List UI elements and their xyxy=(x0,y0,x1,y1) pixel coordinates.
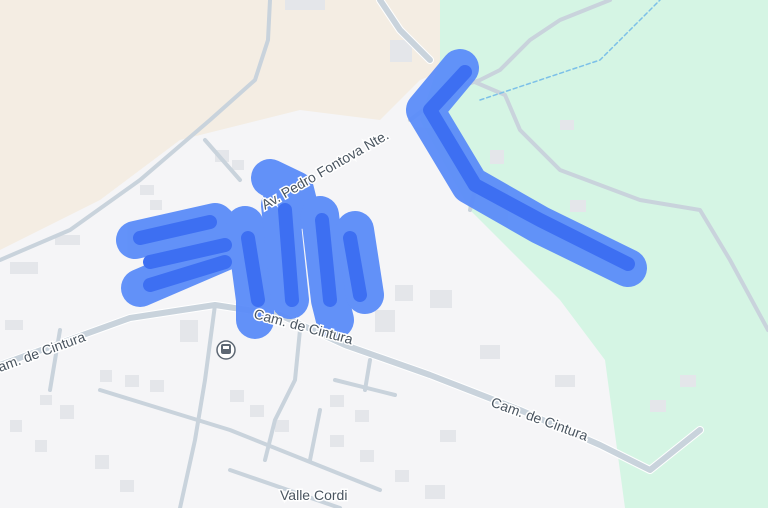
label-valle-cordi: Valle Cordi xyxy=(280,487,347,503)
map-canvas[interactable]: Av. Pedro Fontova Nte. am. de Cintura Ca… xyxy=(0,0,768,508)
bus-stop-icon[interactable] xyxy=(216,340,236,360)
map-svg[interactable]: Av. Pedro Fontova Nte. am. de Cintura Ca… xyxy=(0,0,768,508)
